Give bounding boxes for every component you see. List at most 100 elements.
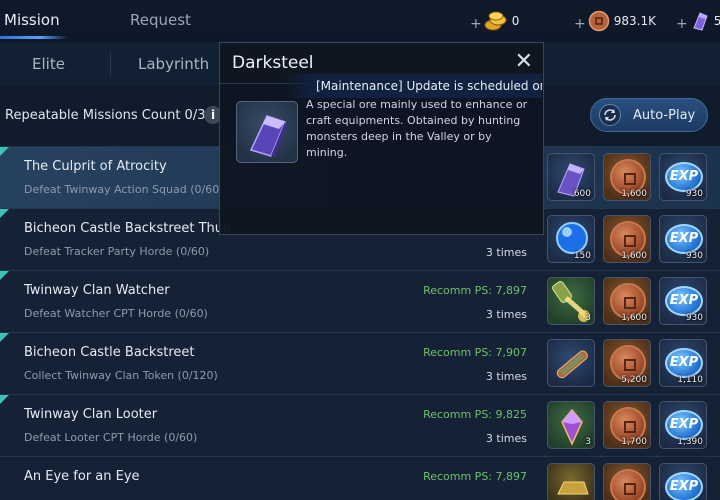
currency-gold[interactable]: + 0: [470, 10, 519, 32]
currency-bronze-value: 983.1K: [613, 14, 656, 28]
bronze-coin-icon: [588, 10, 609, 32]
currency-darksteel-value: 5: [713, 14, 720, 28]
reward-slot[interactable]: EXP 930: [659, 277, 707, 325]
mission-row[interactable]: Bicheon Castle Backstreet Collect Twinwa…: [0, 332, 720, 394]
row-corner-marker: [0, 209, 9, 218]
recommended-power: Recomm PS: 7,907: [423, 346, 527, 359]
reward-slot[interactable]: 1,700: [603, 401, 651, 449]
gold-coins-icon: [484, 11, 507, 31]
reward-slot[interactable]: EXP 1,390: [659, 401, 707, 449]
plus-icon: +: [574, 16, 586, 32]
gold-bar-icon: [557, 481, 589, 495]
darksteel-icon: [236, 101, 298, 163]
item-info-popup: Darksteel ✕ A special ore mainly used to…: [219, 42, 544, 235]
mission-objective: Defeat Watcher CPT Horde (0/60): [24, 307, 208, 320]
mission-times: 3 times: [485, 308, 527, 321]
top-bar: Mission Request + 0 + 983.1K + 5: [0, 0, 720, 42]
reward-quantity: 1,110: [677, 375, 703, 385]
currency-gold-value: 0: [511, 14, 520, 28]
popup-description: A special ore mainly used to enhance or …: [306, 98, 528, 159]
mission-objective: Collect Twinway Clan Token (0/120): [24, 369, 218, 382]
mission-objective: Defeat Twinway Action Squad (0/60): [24, 183, 224, 196]
scroll-icon: [556, 350, 588, 379]
popup-title: Darksteel: [232, 53, 314, 73]
mission-times: 3 times: [485, 246, 527, 259]
exp-icon: EXP: [665, 286, 703, 316]
tab-request-label: Request: [130, 11, 191, 29]
reward-slot[interactable]: 1,600: [603, 277, 651, 325]
mission-title: An Eye for an Eye: [24, 469, 140, 484]
reward-quantity: 1,600: [621, 251, 647, 261]
tab-request[interactable]: Request: [130, 11, 191, 29]
reward-slot[interactable]: 5,200: [603, 339, 651, 387]
reward-slot[interactable]: EXP 930: [659, 153, 707, 201]
reward-quantity: 1,390: [677, 437, 703, 447]
reward-quantity: 1,600: [621, 189, 647, 199]
reward-slot[interactable]: 1,600: [603, 215, 651, 263]
plus-icon: +: [470, 16, 482, 32]
recommended-power: Recomm PS: 7,897: [423, 470, 527, 483]
reward-slot[interactable]: [603, 463, 651, 500]
mission-title: Twinway Clan Watcher: [24, 283, 170, 298]
reward-slot[interactable]: 1,600: [603, 153, 651, 201]
tab-mission-label: Mission: [4, 11, 60, 29]
subtab-elite[interactable]: Elite: [32, 55, 65, 73]
mission-objective: Defeat Tracker Party Horde (0/60): [24, 245, 210, 258]
reward-slot[interactable]: [547, 463, 595, 500]
reward-slot[interactable]: [547, 339, 595, 387]
reward-slot[interactable]: EXP 930: [659, 215, 707, 263]
row-corner-marker: [0, 271, 9, 280]
exp-icon: EXP: [665, 162, 703, 192]
currency-darksteel[interactable]: + 5: [676, 10, 720, 32]
reward-quantity: 3: [585, 437, 591, 447]
recommended-power: Recomm PS: 7,897: [423, 284, 527, 297]
auto-play-label: Auto-Play: [633, 107, 696, 123]
exp-icon: EXP: [665, 224, 703, 254]
darksteel-icon: [693, 12, 708, 31]
mission-title: The Culprit of Atrocity: [24, 159, 167, 174]
exp-icon: EXP: [665, 472, 703, 500]
mission-row[interactable]: An Eye for an Eye Recomm PS: 7,897 EXP: [0, 456, 720, 500]
reward-quantity: 5,200: [621, 375, 647, 385]
mission-title: Bicheon Castle Backstreet Thug: [24, 221, 232, 236]
bronze-coin-icon: [610, 469, 646, 500]
reward-slot[interactable]: 3: [547, 277, 595, 325]
close-icon[interactable]: ✕: [515, 51, 533, 73]
reward-slot[interactable]: 150: [547, 215, 595, 263]
reward-quantity: 930: [685, 251, 703, 261]
reward-slot[interactable]: 600: [547, 153, 595, 201]
mission-title: Twinway Clan Looter: [24, 407, 158, 422]
auto-cycle-icon: [599, 104, 621, 126]
reward-slot[interactable]: EXP: [659, 463, 707, 500]
reward-quantity: 150: [573, 251, 591, 261]
reward-slot[interactable]: 3: [547, 401, 595, 449]
reward-quantity: 600: [573, 189, 591, 199]
row-corner-marker: [0, 333, 9, 342]
mission-title: Bicheon Castle Backstreet: [24, 345, 195, 360]
recommended-power: Recomm PS: 9,825: [423, 408, 527, 421]
plus-icon: +: [676, 16, 688, 32]
reward-quantity: 1,700: [621, 437, 647, 447]
reward-quantity: 930: [685, 313, 703, 323]
auto-play-button[interactable]: Auto-Play: [590, 98, 708, 132]
reward-quantity: 930: [685, 189, 703, 199]
subtab-labyrinth[interactable]: Labyrinth: [138, 55, 209, 73]
currency-bronze[interactable]: + 983.1K: [574, 10, 656, 32]
subtab-divider: [110, 52, 111, 76]
repeatable-missions-count: Repeatable Missions Count 0/30: [5, 108, 214, 123]
mission-times: 3 times: [485, 432, 527, 445]
row-corner-marker: [0, 395, 9, 404]
reward-quantity: 1,600: [621, 313, 647, 323]
mission-row[interactable]: Twinway Clan Looter Defeat Looter CPT Ho…: [0, 394, 720, 456]
reward-quantity: 3: [585, 313, 591, 323]
mission-times: 3 times: [485, 370, 527, 383]
mission-objective: Defeat Looter CPT Horde (0/60): [24, 431, 198, 444]
exp-icon: EXP: [665, 348, 703, 378]
tab-mission[interactable]: Mission: [0, 11, 68, 39]
reward-slot[interactable]: EXP 1,110: [659, 339, 707, 387]
mission-row[interactable]: Twinway Clan Watcher Defeat Watcher CPT …: [0, 270, 720, 332]
active-tab-underline: [0, 36, 68, 39]
row-corner-marker: [0, 147, 9, 156]
maintenance-notice: [Maintenance] Update is scheduled on: [284, 74, 542, 98]
exp-icon: EXP: [665, 410, 703, 440]
